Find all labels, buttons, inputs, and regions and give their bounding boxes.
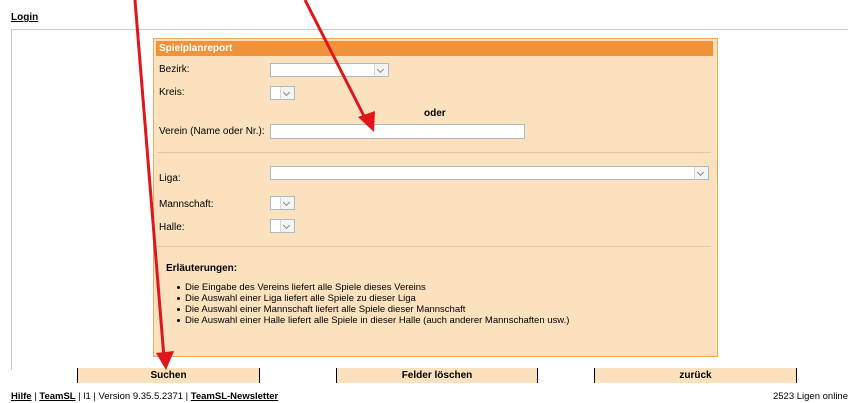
liga-select[interactable] <box>270 166 709 180</box>
login-link[interactable]: Login <box>11 12 38 23</box>
halle-select[interactable] <box>270 219 295 233</box>
chevron-down-icon <box>374 64 388 76</box>
help-link[interactable]: Hilfe <box>11 391 32 402</box>
list-item: Die Auswahl einer Halle liefert alle Spi… <box>176 315 570 326</box>
list-item: Die Eingabe des Vereins liefert alle Spi… <box>176 282 569 293</box>
divider <box>157 152 711 153</box>
panel-title: Spielplanreport <box>156 41 713 56</box>
footer-version: | l1 | Version 9.35.5.2371 | <box>75 391 191 402</box>
leagues-online-count: 2523 Ligen online <box>772 391 848 402</box>
liga-label: Liga: <box>159 173 181 184</box>
newsletter-link[interactable]: TeamSL-Newsletter <box>191 391 278 402</box>
back-button[interactable]: zurück <box>594 368 797 383</box>
teamsl-link[interactable]: TeamSL <box>39 391 75 402</box>
mannschaft-label: Mannschaft: <box>159 199 214 210</box>
search-button[interactable]: Suchen <box>77 368 260 383</box>
explanations-title: Erläuterungen: <box>166 263 238 274</box>
divider <box>157 246 711 247</box>
footer: Hilfe | TeamSL | l1 | Version 9.35.5.237… <box>11 391 278 402</box>
clear-fields-button[interactable]: Felder löschen <box>336 368 538 383</box>
list-item: Die Auswahl einer Liga liefert alle Spie… <box>176 293 569 304</box>
oder-label: oder <box>424 108 446 119</box>
mannschaft-select[interactable] <box>270 196 295 210</box>
chevron-down-icon <box>694 167 708 179</box>
explanations-list: Die Eingabe des Vereins liefert alle Spi… <box>176 282 570 326</box>
list-item: Die Auswahl einer Mannschaft liefert all… <box>176 304 569 315</box>
verein-label: Verein (Name oder Nr.): <box>159 126 265 137</box>
halle-label: Halle: <box>159 222 185 233</box>
kreis-select[interactable] <box>270 86 295 100</box>
chevron-down-icon <box>280 220 294 232</box>
bezirk-label: Bezirk: <box>159 64 190 75</box>
bezirk-select[interactable] <box>270 63 389 77</box>
verein-input[interactable] <box>270 124 525 139</box>
chevron-down-icon <box>280 87 294 99</box>
chevron-down-icon <box>280 197 294 209</box>
kreis-label: Kreis: <box>159 87 185 98</box>
